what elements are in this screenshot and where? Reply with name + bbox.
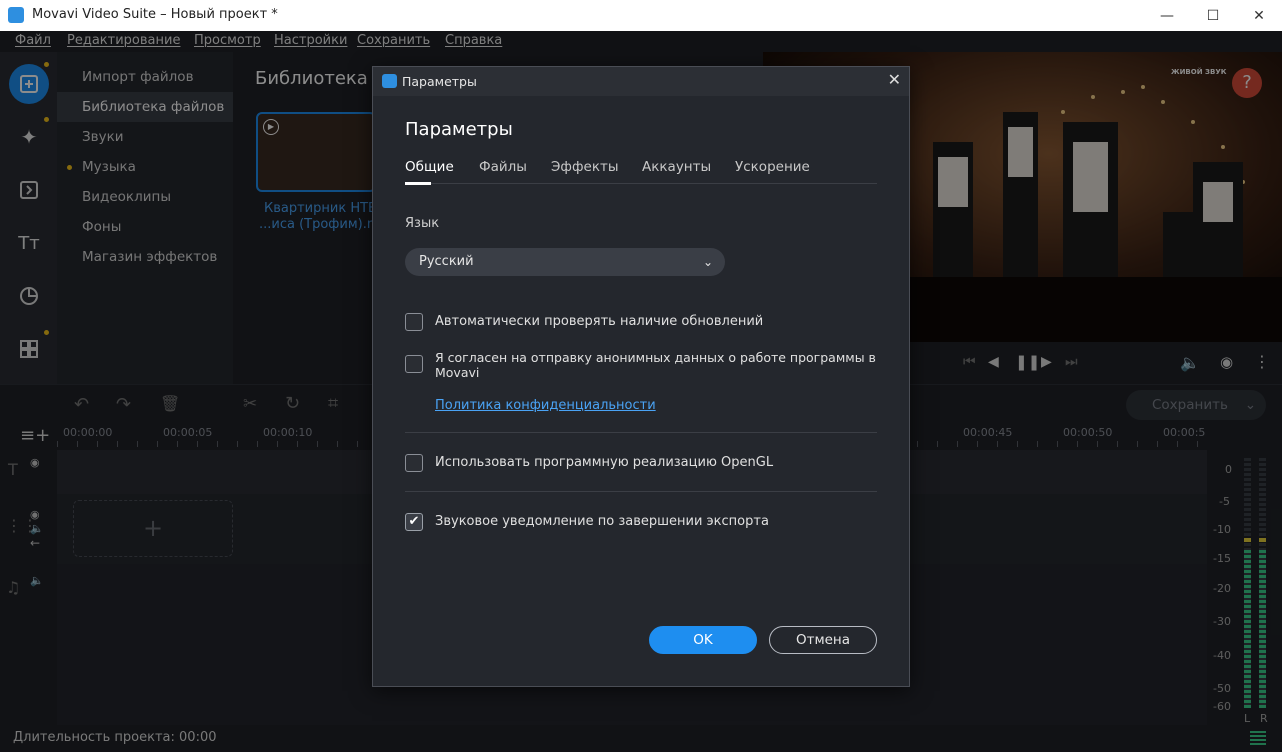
maximize-button[interactable]: ☐ bbox=[1190, 0, 1236, 31]
tab-indicator bbox=[405, 182, 431, 185]
privacy-policy-link[interactable]: Политика конфиденциальности bbox=[435, 398, 656, 413]
language-select[interactable]: Русский ⌄ bbox=[405, 248, 725, 276]
minimize-button[interactable]: — bbox=[1144, 0, 1190, 31]
sound-notify-checkbox[interactable]: ✔ bbox=[405, 513, 423, 531]
title-bar: Movavi Video Suite – Новый проект * — ☐ … bbox=[0, 0, 1282, 31]
tab-effects[interactable]: Эффекты bbox=[551, 159, 619, 175]
tab-accounts[interactable]: Аккаунты bbox=[642, 159, 711, 175]
checkmark-icon: ✔ bbox=[408, 514, 420, 529]
dialog-heading: Параметры bbox=[405, 119, 513, 140]
tab-files[interactable]: Файлы bbox=[479, 159, 527, 175]
dialog-title-bar: Параметры ✕ bbox=[373, 67, 909, 96]
close-icon[interactable]: ✕ bbox=[888, 70, 901, 89]
window-title: Movavi Video Suite – Новый проект * bbox=[32, 7, 278, 22]
chevron-down-icon: ⌄ bbox=[702, 255, 713, 269]
check-updates-checkbox[interactable] bbox=[405, 313, 423, 331]
dialog-window-title: Параметры bbox=[402, 74, 477, 89]
language-label: Язык bbox=[405, 216, 440, 231]
app-icon bbox=[382, 74, 397, 88]
tab-general[interactable]: Общие bbox=[405, 159, 454, 175]
opengl-checkbox[interactable] bbox=[405, 454, 423, 472]
consent-checkbox[interactable] bbox=[405, 355, 423, 373]
check-updates-label[interactable]: Автоматически проверять наличие обновлен… bbox=[435, 314, 763, 329]
settings-dialog: Параметры ✕ Параметры Общие Файлы Эффект… bbox=[372, 66, 910, 687]
close-button[interactable]: ✕ bbox=[1236, 0, 1282, 31]
language-select-value: Русский bbox=[419, 254, 474, 269]
sound-notify-label[interactable]: Звуковое уведомление по завершении экспо… bbox=[435, 514, 769, 529]
ok-button[interactable]: OK bbox=[649, 626, 757, 654]
consent-label-cont[interactable]: Movavi bbox=[435, 365, 479, 380]
opengl-label[interactable]: Использовать программную реализацию Open… bbox=[435, 455, 773, 470]
tab-acceleration[interactable]: Ускорение bbox=[735, 159, 810, 175]
consent-label[interactable]: Я согласен на отправку анонимных данных … bbox=[435, 350, 876, 365]
cancel-button[interactable]: Отмена bbox=[769, 626, 877, 654]
app-icon bbox=[8, 7, 24, 23]
